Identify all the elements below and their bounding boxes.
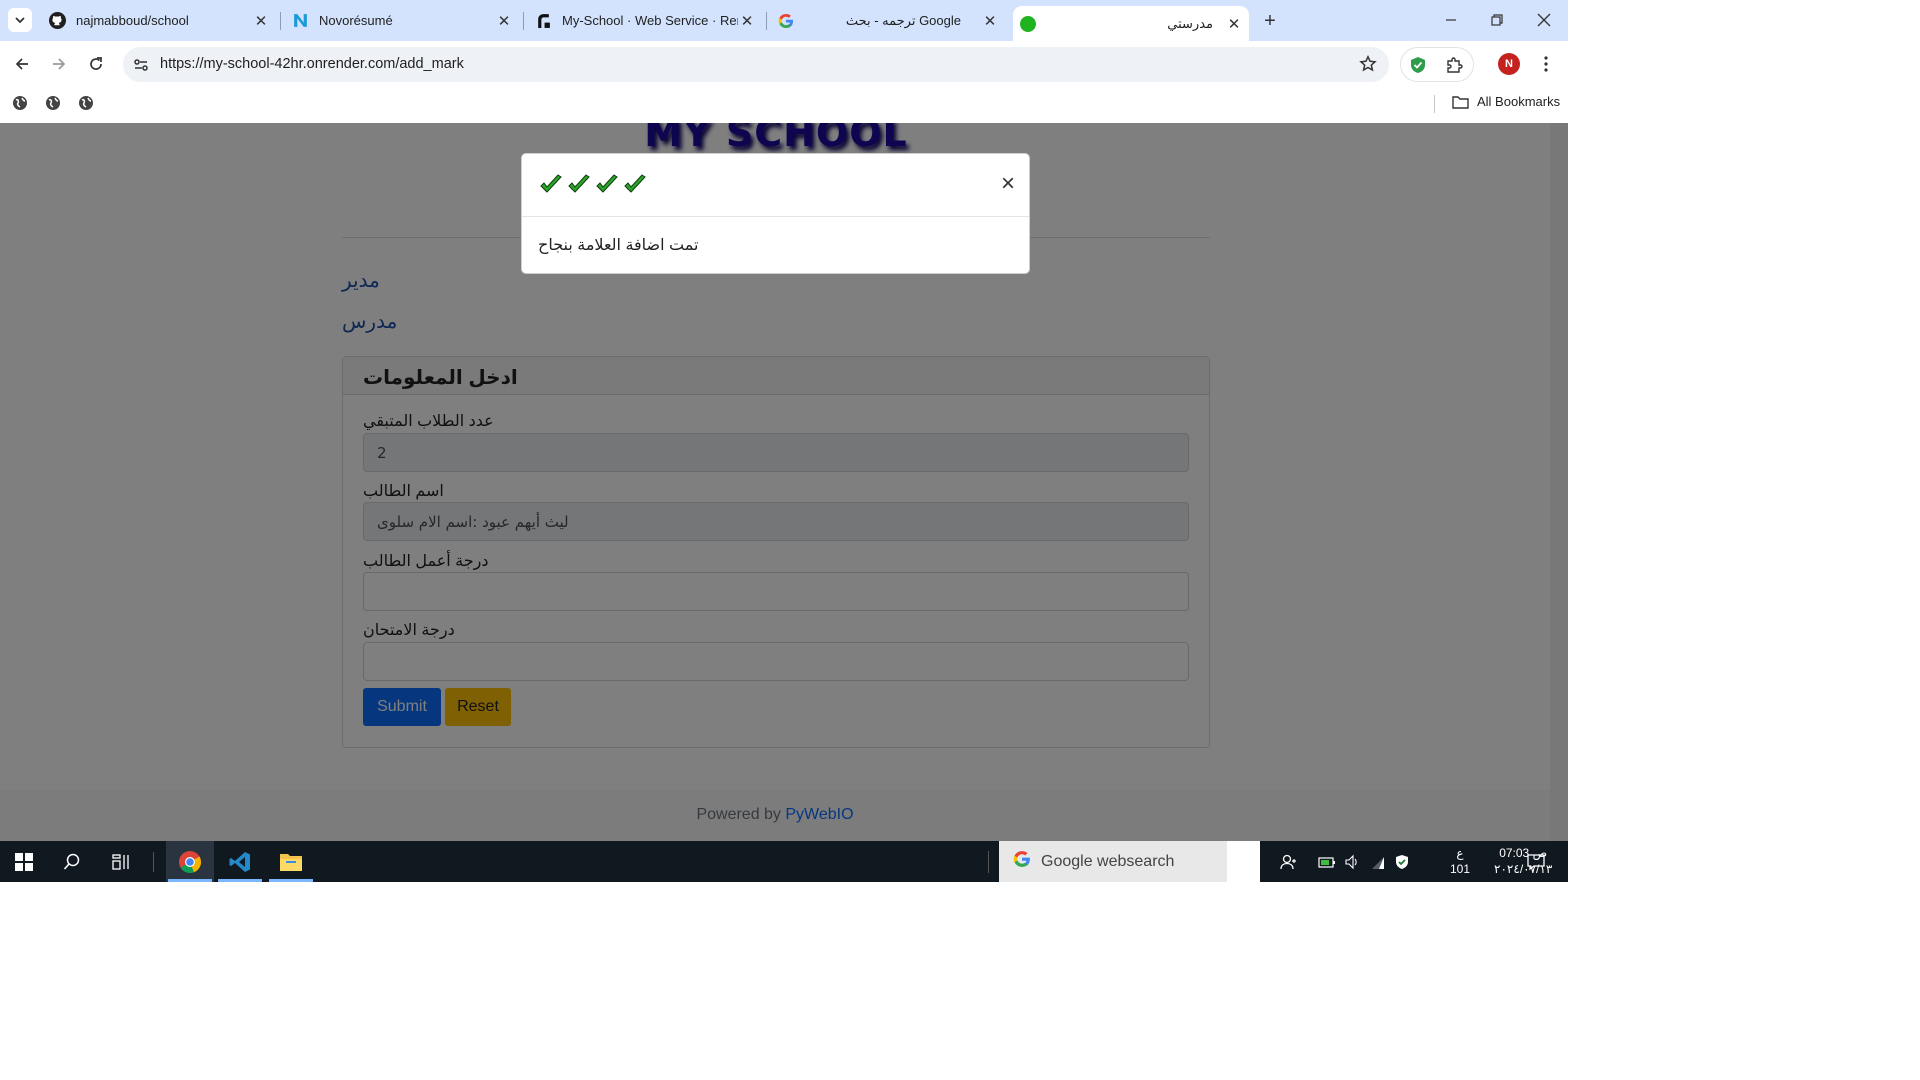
check-icon [624,174,646,193]
bookmarks-bar: All Bookmarks [0,87,1568,123]
bookmarks-divider [1434,95,1435,113]
back-arrow-icon [15,58,28,70]
tab-google-translate[interactable]: ترجمه - بحث Google ✕ [771,6,1005,35]
people-icon[interactable] [1280,853,1298,871]
search-placeholder: Google websearch [1041,852,1175,870]
new-tab-button[interactable]: + [1258,9,1282,33]
volume-icon[interactable] [1344,854,1360,870]
close-tab-icon[interactable]: ✕ [981,12,999,30]
search-icon [63,853,80,870]
input-language: ع [1456,846,1464,860]
google-websearch-box[interactable]: Google websearch [999,841,1227,882]
forward-button[interactable] [45,50,73,78]
check-icon [540,174,562,193]
tab-strip: najmabboud/school ✕ Novorésumé ✕ My-Scho… [0,0,1568,41]
check-icon [568,174,590,193]
vscode-taskbar-button[interactable] [216,841,264,882]
search-divider [988,851,989,873]
folder-icon [280,853,302,871]
globe-icon[interactable] [12,95,28,111]
folder-icon [1452,95,1469,109]
all-bookmarks-button[interactable]: All Bookmarks [1452,94,1560,109]
globe-icon[interactable] [45,95,61,111]
browser-toolbar: https://my-school-42hr.onrender.com/add_… [0,41,1568,87]
reload-icon [90,57,102,70]
google-icon [777,12,795,30]
site-info-icon[interactable] [133,57,149,73]
render-icon [534,12,552,30]
chevron-down-icon [15,17,25,24]
minimize-button[interactable] [1428,6,1474,34]
input-language-code: 101 [1450,862,1471,876]
wifi-icon[interactable] [1370,854,1386,870]
address-bar[interactable]: https://my-school-42hr.onrender.com/add_… [123,47,1389,82]
restore-icon [1491,14,1503,26]
modal-close-button[interactable]: × [1001,172,1015,196]
battery-icon[interactable] [1318,855,1336,869]
bookmark-star-icon[interactable] [1359,55,1377,73]
vscode-icon [229,851,250,872]
chrome-taskbar-button[interactable] [166,841,214,882]
globe-icon[interactable] [78,95,94,111]
url-text[interactable]: https://my-school-42hr.onrender.com/add_… [160,56,464,72]
profile-avatar[interactable]: N [1498,53,1520,75]
close-icon [1537,13,1551,27]
extensions-group [1400,47,1474,82]
tab-github[interactable]: najmabboud/school ✕ [42,6,276,35]
browser-menu-button[interactable] [1532,50,1560,78]
tab-separator [766,12,767,30]
taskbar-search-button[interactable] [48,841,96,882]
close-tab-icon[interactable]: ✕ [252,12,270,30]
green-dot-icon [1019,15,1037,33]
taskbar-divider [153,852,154,872]
file-explorer-taskbar-button[interactable] [267,841,315,882]
modal-header: × [522,154,1029,217]
chrome-icon [179,850,202,873]
all-bookmarks-label: All Bookmarks [1477,94,1561,109]
success-modal: × تمت اضافة العلامة بنجاح [521,153,1030,274]
tab-render[interactable]: My-School · Web Service · Ren ✕ [528,6,762,35]
tab-separator [280,12,281,30]
system-tray [1280,841,1410,882]
windows-icon [15,852,33,871]
task-view-button[interactable] [97,841,145,882]
tab-title: Novorésumé [319,13,393,28]
page-viewport: MY SCHOOL مدير مدرس ادخل المعلومات عدد ا… [0,123,1568,841]
tab-separator [523,12,524,30]
restore-button[interactable] [1474,6,1520,34]
tab-title: najmabboud/school [76,13,189,28]
tab-novoresume[interactable]: Novorésumé ✕ [285,6,519,35]
minimize-icon [1446,19,1456,21]
reload-button[interactable] [82,50,110,78]
extensions-puzzle-icon[interactable] [1445,56,1463,74]
google-icon [1013,850,1031,873]
notification-icon [1527,853,1545,870]
github-icon [48,12,66,30]
novoresume-icon [291,12,309,30]
tab-title: مدرستي [1167,15,1213,31]
forward-arrow-icon [53,58,66,70]
modal-message: تمت اضافة العلامة بنجاح [538,237,699,254]
close-tab-icon[interactable]: ✕ [495,12,513,30]
search-box-end [1227,841,1260,882]
checkmarks-row [539,174,647,196]
close-tab-icon[interactable]: ✕ [1225,15,1243,33]
more-vertical-icon [1544,56,1548,72]
taskbar: Google websearch ع 101 07:03 ص ٢٠٢٤/٠٧/١… [0,841,1568,882]
defender-shield-icon[interactable] [1394,854,1410,870]
close-window-button[interactable] [1521,6,1567,34]
close-tab-icon[interactable]: ✕ [738,12,756,30]
tab-title: My-School · Web Service · Ren [562,13,738,28]
notifications-button[interactable] [1512,841,1560,882]
back-button[interactable] [8,50,36,78]
check-icon [596,174,618,193]
tab-title: ترجمه - بحث Google [845,12,961,28]
tab-my-school[interactable]: مدرستي ✕ [1013,6,1249,41]
tab-search-button[interactable] [8,8,32,32]
shield-extension-icon[interactable] [1409,56,1427,74]
start-button[interactable] [0,841,48,882]
task-view-icon [112,853,129,870]
